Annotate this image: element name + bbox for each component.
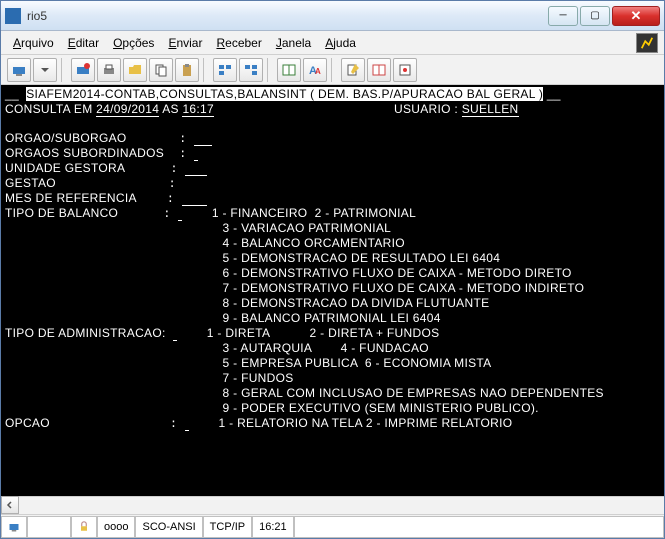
- menu-receber[interactable]: Receber: [210, 34, 267, 52]
- copy-button[interactable]: [149, 58, 173, 82]
- tipo-opt-1: 1 - FINANCEIRO 2 - PATRIMONIAL: [212, 206, 416, 220]
- adm-opt-1: 1 - DIRETA 2 - DIRETA + FUNDOS: [207, 326, 440, 340]
- tipo-opt-4: 5 - DEMONSTRACAO DE RESULTADO LEI 6404: [223, 251, 501, 265]
- book-2-button[interactable]: [367, 58, 391, 82]
- input-orgao[interactable]: [194, 131, 212, 146]
- field-mes: MES DE REFERENCIA: [5, 191, 137, 205]
- status-blank-1: [27, 516, 71, 538]
- status-protocol: TCP/IP: [203, 516, 252, 538]
- tipo-opt-2: 3 - VARIACAO PATRIMONIAL: [223, 221, 392, 235]
- adm-opt-6: 9 - PODER EXECUTIVO (SEM MINISTERIO PUBL…: [223, 401, 539, 415]
- adm-opt-3: 5 - EMPRESA PUBLICA 6 - ECONOMIA MISTA: [223, 356, 492, 370]
- disconnect-button[interactable]: [71, 58, 95, 82]
- adm-opt-2: 3 - AUTARQUIA 4 - FUNDACAO: [223, 341, 429, 355]
- field-opcao: OPCAO: [5, 416, 50, 430]
- menu-editar[interactable]: Editar: [62, 34, 105, 52]
- screen-header: SIAFEM2014-CONTAB,CONSULTAS,BALANSINT ( …: [26, 87, 543, 101]
- screens-1-button[interactable]: [213, 58, 237, 82]
- tipo-opt-7: 8 - DEMONSTRACAO DA DIVIDA FLUTUANTE: [223, 296, 490, 310]
- consulta-date: 24/09/2014: [96, 102, 159, 117]
- terminal[interactable]: __ SIAFEM2014-CONTAB,CONSULTAS,BALANSINT…: [1, 85, 664, 496]
- menu-ajuda[interactable]: Ajuda: [319, 34, 362, 52]
- status-lock-icon: [71, 516, 97, 538]
- menubar: Arquivo Editar Opções Enviar Receber Jan…: [1, 31, 664, 55]
- window-title: rio5: [27, 9, 548, 23]
- font-button[interactable]: AA: [303, 58, 327, 82]
- status-blank-2: [294, 516, 664, 538]
- menu-opcoes[interactable]: Opções: [107, 34, 160, 52]
- titlebar[interactable]: rio5 ─ ▢ ✕: [1, 1, 664, 31]
- input-tipo[interactable]: [178, 206, 182, 221]
- open-button[interactable]: [123, 58, 147, 82]
- opcao-opt-1: 1 - RELATORIO NA TELA 2 - IMPRIME RELATO…: [219, 416, 513, 430]
- print-button[interactable]: [97, 58, 121, 82]
- input-mes[interactable]: [182, 191, 207, 206]
- input-admin[interactable]: [173, 326, 177, 341]
- menu-enviar[interactable]: Enviar: [162, 34, 208, 52]
- field-ug: UNIDADE GESTORA: [5, 161, 125, 175]
- input-opcao[interactable]: [185, 416, 189, 431]
- settings-button[interactable]: [393, 58, 417, 82]
- consulta-time: 16:17: [182, 102, 214, 117]
- field-orgao: ORGAO/SUBORGAO: [5, 131, 127, 145]
- usuario-label: USUARIO :: [394, 102, 462, 116]
- input-ug[interactable]: [185, 161, 207, 176]
- close-button[interactable]: ✕: [612, 6, 660, 26]
- menu-janela[interactable]: Janela: [270, 34, 317, 52]
- book-1-button[interactable]: [277, 58, 301, 82]
- tipo-opt-8: 9 - BALANCO PATRIMONIAL LEI 6404: [223, 311, 441, 325]
- tipo-opt-5: 6 - DEMONSTRATIVO FLUXO DE CAIXA - METOD…: [223, 266, 572, 280]
- field-gestao: GESTAO: [5, 176, 56, 190]
- maximize-button[interactable]: ▢: [580, 6, 610, 26]
- tipo-opt-6: 7 - DEMONSTRATIVO FLUXO DE CAIXA - METOD…: [223, 281, 585, 295]
- tipo-opt-3: 4 - BALANCO ORCAMENTARIO: [223, 236, 405, 250]
- statusbar: oooo SCO-ANSI TCP/IP 16:21: [1, 514, 664, 538]
- app-window: rio5 ─ ▢ ✕ Arquivo Editar Opções Enviar …: [0, 0, 665, 539]
- hdr-post: __: [543, 87, 561, 101]
- menu-arquivo[interactable]: Arquivo: [7, 34, 60, 52]
- scroll-left-button[interactable]: [1, 496, 19, 514]
- hdr-pre: __: [5, 87, 26, 101]
- paste-button[interactable]: [175, 58, 199, 82]
- toolbar: AA: [1, 55, 664, 85]
- minimize-button[interactable]: ─: [548, 6, 578, 26]
- adm-opt-5: 8 - GERAL COM INCLUSAO DE EMPRESAS NAO D…: [223, 386, 604, 400]
- status-caps: oooo: [97, 516, 135, 538]
- dropdown-button[interactable]: [33, 58, 57, 82]
- consulta-label: CONSULTA EM: [5, 102, 96, 116]
- edit-button[interactable]: [341, 58, 365, 82]
- usuario-value: SUELLEN: [462, 102, 519, 117]
- field-tipo: TIPO DE BALANCO: [5, 206, 118, 220]
- svg-text:A: A: [315, 67, 321, 76]
- status-encoding: SCO-ANSI: [135, 516, 202, 538]
- hscroll-area: [1, 496, 664, 514]
- status-monitor-icon[interactable]: [1, 516, 27, 538]
- field-subordinados: ORGAOS SUBORDINADOS: [5, 146, 164, 160]
- connect-button[interactable]: [7, 58, 31, 82]
- paint-icon[interactable]: [636, 33, 658, 53]
- app-icon: [5, 8, 21, 24]
- status-clock: 16:21: [252, 516, 294, 538]
- adm-opt-4: 7 - FUNDOS: [223, 371, 294, 385]
- screens-2-button[interactable]: [239, 58, 263, 82]
- field-admin: TIPO DE ADMINISTRACAO:: [5, 326, 166, 340]
- input-subordinados[interactable]: [194, 146, 198, 161]
